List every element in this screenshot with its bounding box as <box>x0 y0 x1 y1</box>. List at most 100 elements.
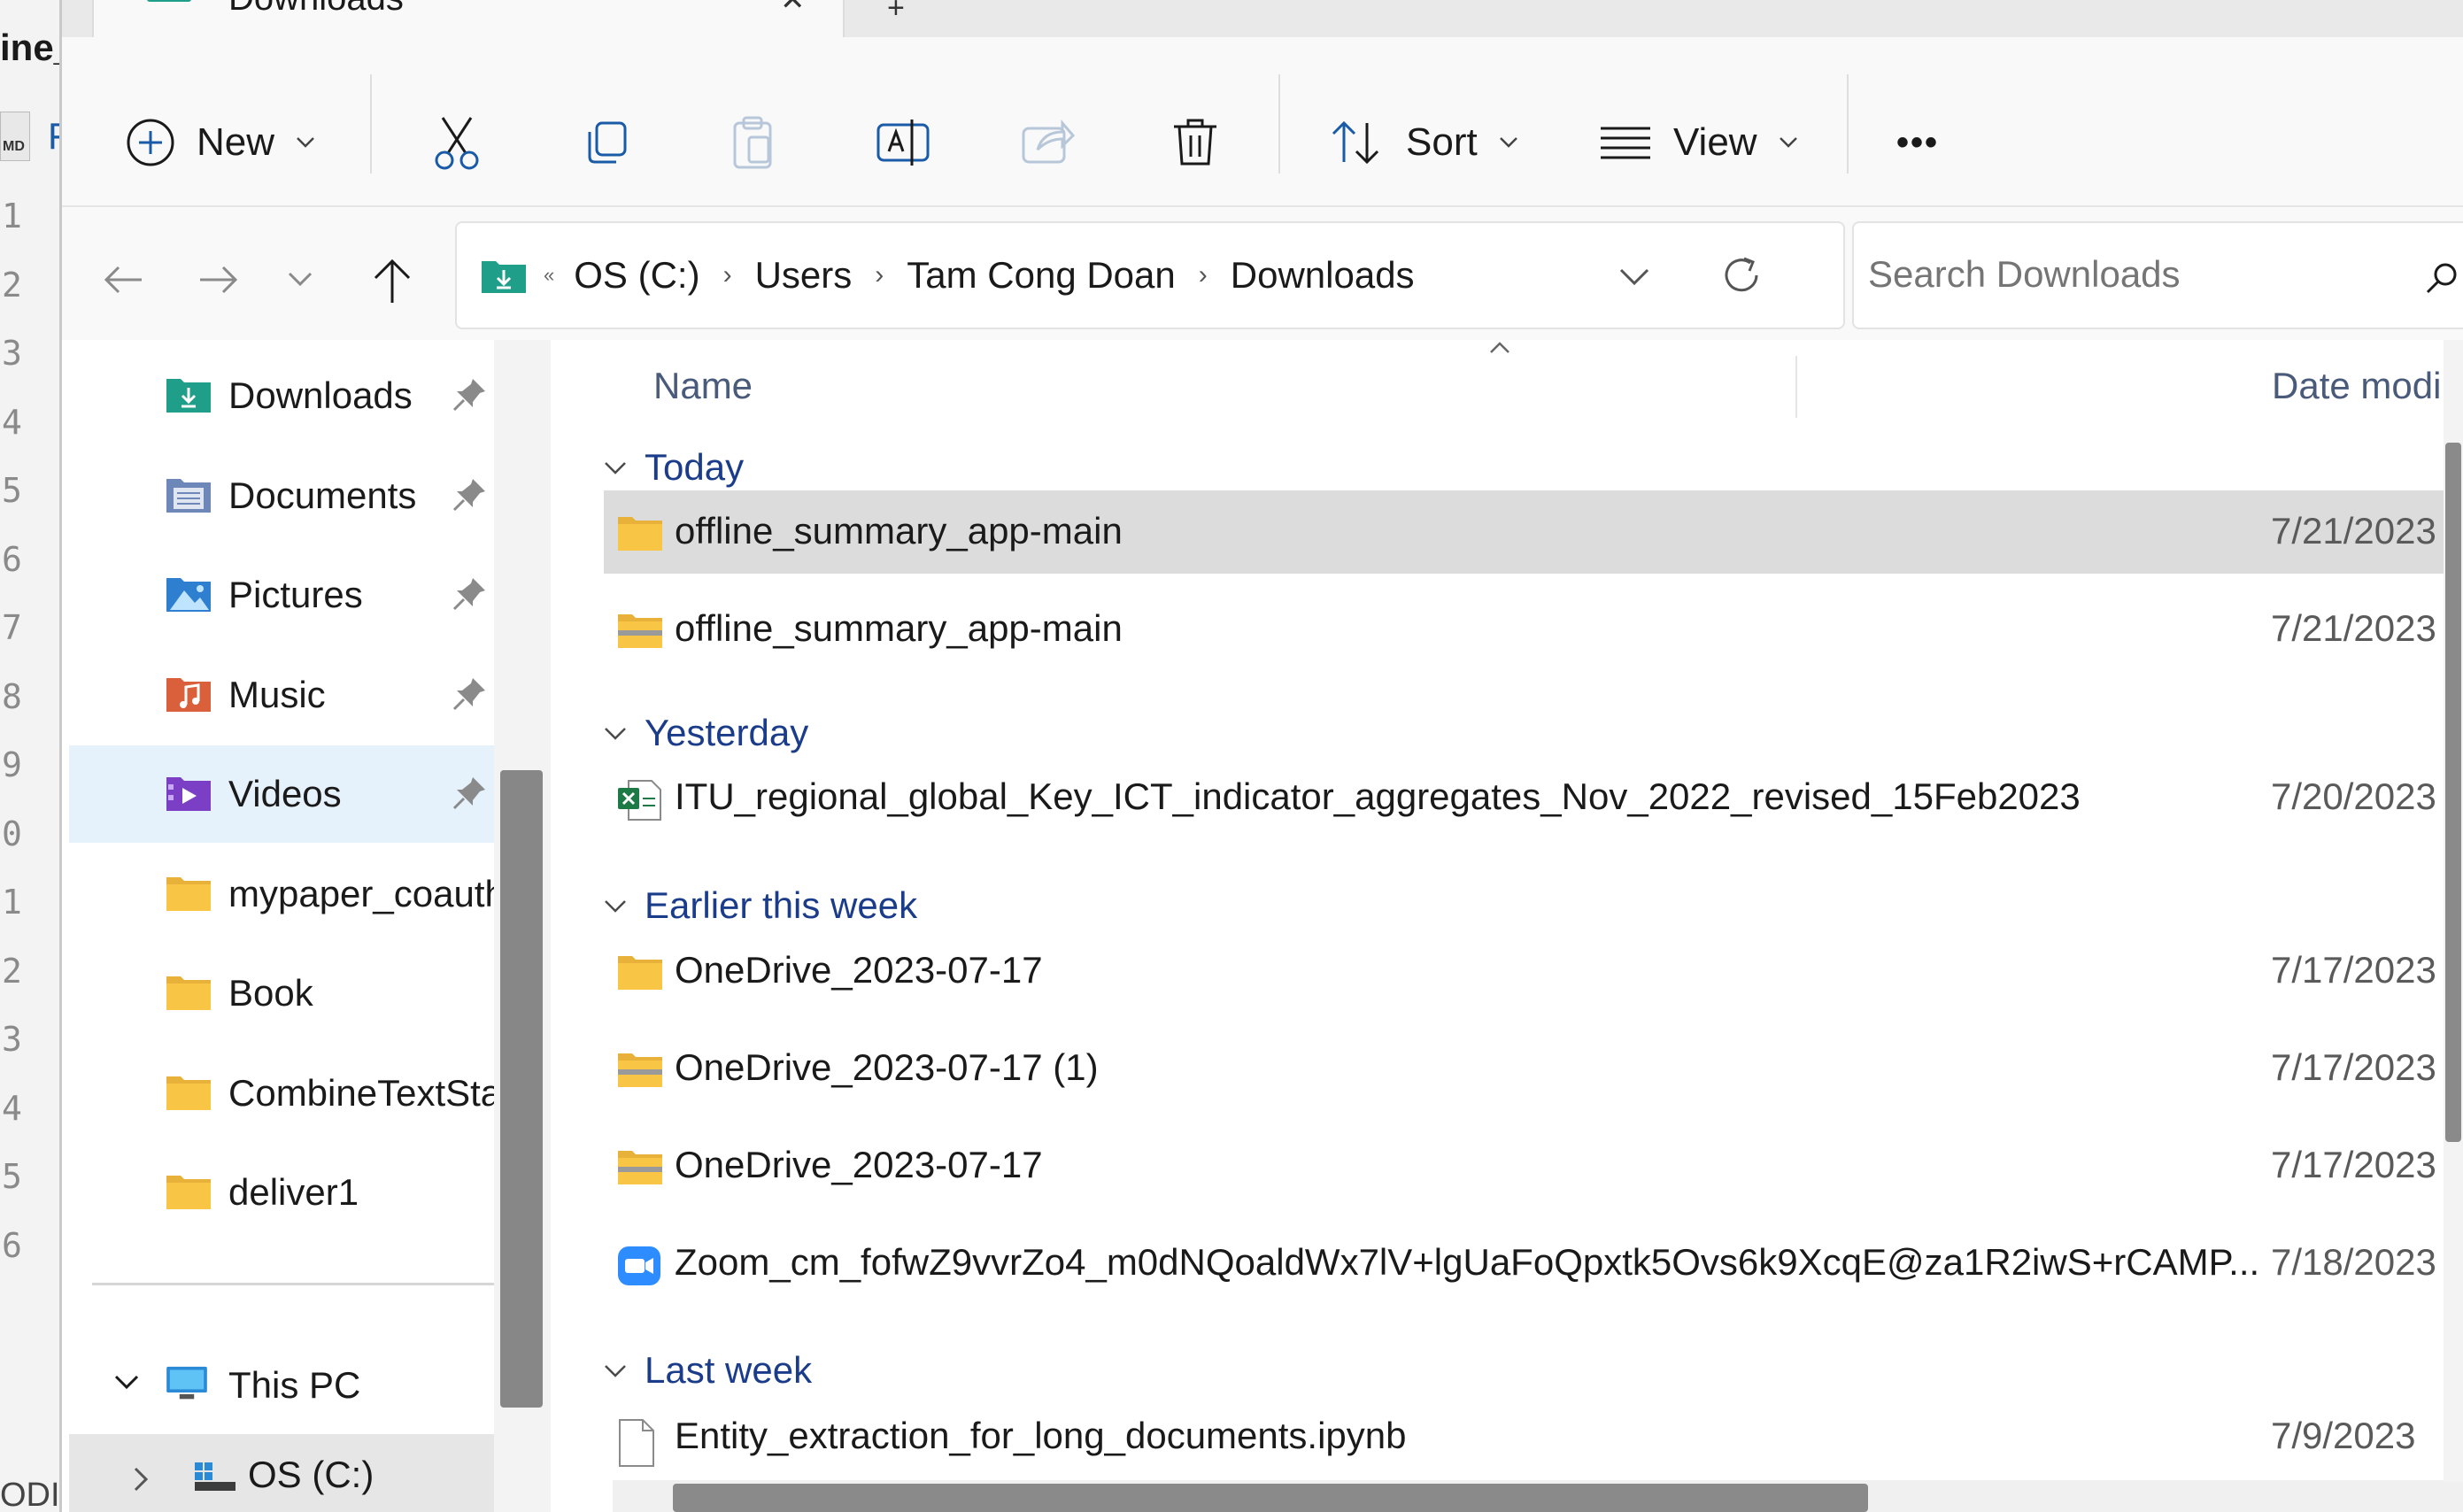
pin-icon[interactable] <box>452 775 487 811</box>
file-row[interactable]: OneDrive_2023-07-17 7/17/2023 <box>604 1124 2454 1207</box>
file-name: Zoom_cm_fofwZ9vvrZo4_m0dNQoaldWx7lV+lgUa… <box>675 1241 2260 1283</box>
group-header-earlier-this-week[interactable]: Earlier this week <box>604 884 917 927</box>
file-date-modified: 7/17/2023 <box>2271 1046 2436 1088</box>
plus-circle-icon <box>127 119 174 166</box>
file-name: ITU_regional_global_Key_ICT_indicator_ag… <box>675 775 2081 817</box>
music-folder-icon <box>165 675 211 712</box>
breadcrumb-chevron-icon[interactable]: › <box>875 260 884 290</box>
breadcrumb-tam-cong-doan[interactable]: Tam Cong Doan <box>907 254 1176 297</box>
editor-line-number: 9 <box>2 745 22 784</box>
view-list-icon <box>1601 127 1650 159</box>
group-header-last-week[interactable]: Last week <box>604 1349 812 1392</box>
pin-icon[interactable] <box>452 576 487 612</box>
refresh-icon[interactable] <box>1721 255 1762 296</box>
expand-chevron-icon[interactable] <box>113 1374 140 1392</box>
videos-folder-icon <box>165 774 211 811</box>
collapse-chevron-icon[interactable] <box>604 1356 645 1385</box>
copy-button[interactable] <box>581 85 630 200</box>
collapse-chevron-icon[interactable] <box>604 719 645 747</box>
file-date-modified: 7/18/2023 <box>2271 1241 2436 1283</box>
sort-button[interactable]: Sort <box>1328 85 1518 200</box>
view-button[interactable]: View <box>1599 85 1798 200</box>
search-icon[interactable] <box>2424 260 2459 296</box>
paste-button[interactable] <box>728 85 777 200</box>
column-divider[interactable] <box>1795 356 1797 418</box>
file-row[interactable]: ITU_regional_global_Key_ICT_indicator_ag… <box>604 756 2454 839</box>
forward-arrow-icon[interactable] <box>197 262 241 297</box>
address-history-chevron-icon[interactable] <box>1618 267 1650 287</box>
back-arrow-icon[interactable] <box>101 262 145 297</box>
new-tab-icon[interactable]: + <box>887 0 905 26</box>
sidebar-item-os-drive[interactable]: OS (C:) <box>69 1434 494 1512</box>
breadcrumb-chevron-icon[interactable]: › <box>723 260 732 290</box>
breadcrumb-chevron-icon[interactable]: › <box>1199 260 1208 290</box>
column-header-name[interactable]: Name <box>653 365 753 407</box>
new-button[interactable]: New <box>126 85 315 200</box>
file-date-modified: 7/20/2023 <box>2271 775 2436 817</box>
sidebar-item-videos[interactable]: Videos <box>69 745 494 843</box>
file-name: OneDrive_2023-07-17 (1) <box>675 1046 1099 1088</box>
more-options-button[interactable]: ••• <box>1896 85 1939 200</box>
file-row[interactable]: offline_summary_app-main 7/21/2023 <box>604 588 2454 671</box>
sidebar-item-music[interactable]: Music <box>69 646 494 744</box>
sidebar-item-mypaper-coauth[interactable]: mypaper_coauth <box>69 845 494 943</box>
up-arrow-icon[interactable] <box>370 257 414 305</box>
sidebar-item-deliver1[interactable]: deliver1 <box>69 1144 494 1241</box>
file-name: offline_summary_app-main <box>675 510 1123 552</box>
horizontal-scrollbar-thumb[interactable] <box>673 1484 1868 1512</box>
nav-scrollbar-thumb[interactable] <box>500 770 543 1408</box>
file-row[interactable]: OneDrive_2023-07-17 (1) 7/17/2023 <box>604 1027 2454 1110</box>
documents-folder-icon <box>165 475 211 513</box>
search-box[interactable] <box>1852 221 2463 329</box>
breadcrumb-downloads[interactable]: Downloads <box>1231 254 1415 297</box>
downloads-folder-icon <box>165 375 211 413</box>
group-header-today[interactable]: Today <box>604 446 744 489</box>
vertical-scrollbar-thumb[interactable] <box>2445 443 2461 1142</box>
sidebar-item-label: Videos <box>228 773 342 814</box>
file-row[interactable]: Zoom_cm_fofwZ9vvrZo4_m0dNQoaldWx7lV+lgUa… <box>604 1222 2454 1305</box>
group-label: Earlier this week <box>645 884 918 926</box>
sort-icon <box>1332 120 1379 165</box>
sidebar-item-book[interactable]: Book <box>69 945 494 1042</box>
folder-icon <box>616 513 662 551</box>
group-header-yesterday[interactable]: Yesterday <box>604 712 808 754</box>
sidebar-item-label: Pictures <box>228 574 363 615</box>
collapse-chevron-icon[interactable] <box>604 453 645 482</box>
trash-icon <box>1174 119 1216 166</box>
document-file-icon <box>616 1418 662 1467</box>
search-input[interactable] <box>1866 250 2380 299</box>
pin-icon[interactable] <box>452 477 487 513</box>
pin-icon[interactable] <box>452 377 487 413</box>
file-date-modified: 7/9/2023 <box>2271 1415 2416 1456</box>
overflow-indicator[interactable]: « <box>544 264 554 287</box>
address-bar[interactable]: « OS (C:) › Users › Tam Cong Doan › Down… <box>455 221 1845 329</box>
cut-button[interactable] <box>432 85 482 200</box>
expand-chevron-right-icon[interactable] <box>133 1466 151 1493</box>
sidebar-item-combinetextstar[interactable]: CombineTextStar <box>69 1045 494 1142</box>
file-row[interactable]: OneDrive_2023-07-17 7/17/2023 <box>604 930 2454 1013</box>
sidebar-item-this-pc[interactable]: This PC <box>69 1337 494 1434</box>
scissors-icon <box>435 117 479 170</box>
sidebar-item-downloads[interactable]: Downloads <box>69 347 494 444</box>
sidebar-item-documents[interactable]: Documents <box>69 447 494 544</box>
recent-locations-chevron-icon[interactable] <box>287 271 313 289</box>
share-button[interactable] <box>1020 85 1077 200</box>
column-header-date-modified[interactable]: Date modi <box>2272 365 2441 407</box>
downloads-tab-icon <box>147 0 191 2</box>
navigation-pane: Downloads Documents Pictures Music Videos myp… <box>62 340 551 1512</box>
sidebar-item-pictures[interactable]: Pictures <box>69 546 494 644</box>
sidebar-item-label: Documents <box>228 474 417 516</box>
rename-button[interactable] <box>875 85 931 200</box>
breadcrumb-os-c[interactable]: OS (C:) <box>574 254 699 297</box>
file-row[interactable]: offline_summary_app-main 7/21/2023 <box>604 490 2454 574</box>
file-row[interactable]: Entity_extraction_for_long_documents.ipy… <box>604 1395 2454 1478</box>
editor-line-number: 7 <box>2 608 22 647</box>
file-name: OneDrive_2023-07-17 <box>675 949 1043 991</box>
delete-button[interactable] <box>1170 85 1220 200</box>
folder-icon <box>165 973 211 1010</box>
tab-downloads[interactable]: Downloads ✕ <box>92 0 845 39</box>
close-tab-icon[interactable]: ✕ <box>780 0 806 18</box>
breadcrumb-users[interactable]: Users <box>755 254 853 297</box>
collapse-chevron-icon[interactable] <box>604 891 645 920</box>
pin-icon[interactable] <box>452 676 487 712</box>
